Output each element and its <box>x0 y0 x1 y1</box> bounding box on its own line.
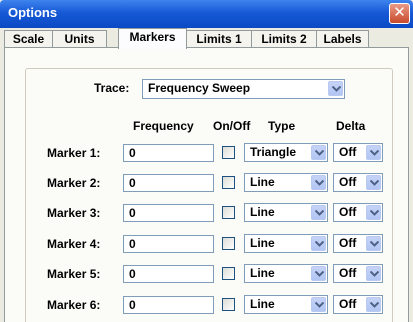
chevron-down-icon[interactable] <box>311 236 326 251</box>
frequency-column-header: Frequency <box>133 119 194 133</box>
tab-scale[interactable]: Scale <box>4 30 53 48</box>
marker-4-type-value: Line <box>250 236 275 250</box>
marker-1-frequency-input[interactable]: 0 <box>123 144 214 162</box>
marker-2-delta-select[interactable]: Off <box>333 173 383 192</box>
marker-3-delta-value: Off <box>339 205 357 219</box>
marker-3-onoff-checkbox[interactable] <box>222 206 235 219</box>
chevron-down-icon[interactable] <box>311 205 326 220</box>
marker-6-type-value: Line <box>250 297 275 311</box>
marker-1-onoff-checkbox[interactable] <box>222 146 235 159</box>
marker-4-frequency-input[interactable]: 0 <box>123 235 214 253</box>
marker-6-frequency-input[interactable]: 0 <box>123 296 214 314</box>
marker-6-delta-select[interactable]: Off <box>333 295 383 314</box>
marker-5-delta-select[interactable]: Off <box>333 264 383 283</box>
title-bar[interactable]: Options ✕ <box>0 0 413 28</box>
marker-4-delta-select[interactable]: Off <box>333 234 383 253</box>
marker-2-delta-value: Off <box>339 175 357 189</box>
marker-2-type-select[interactable]: Line <box>244 173 328 192</box>
chevron-down-icon[interactable] <box>366 266 381 281</box>
chevron-down-icon[interactable] <box>311 175 326 190</box>
marker-2-frequency-input[interactable]: 0 <box>123 174 214 192</box>
chevron-down-icon[interactable] <box>366 297 381 312</box>
window-title: Options <box>8 5 58 20</box>
marker-6-label: Marker 6: <box>47 298 101 312</box>
options-dialog: Options ✕ Scale Units Markers Limits 1 L… <box>0 0 413 322</box>
marker-3-type-value: Line <box>250 205 275 219</box>
marker-2-label: Marker 2: <box>47 176 101 190</box>
marker-4-delta-value: Off <box>339 236 357 250</box>
marker-5-frequency-input[interactable]: 0 <box>123 265 214 283</box>
marker-1-delta-value: Off <box>339 145 357 159</box>
marker-5-type-value: Line <box>250 266 275 280</box>
type-column-header: Type <box>268 119 296 133</box>
delta-column-header: Delta <box>336 119 366 133</box>
tab-limits-1[interactable]: Limits 1 <box>186 30 252 48</box>
marker-4-onoff-checkbox[interactable] <box>222 237 235 250</box>
trace-value: Frequency Sweep <box>148 81 251 95</box>
marker-1-label: Marker 1: <box>47 146 101 160</box>
onoff-column-header: On/Off <box>213 119 251 133</box>
marker-3-label: Marker 3: <box>47 206 101 220</box>
marker-3-type-select[interactable]: Line <box>244 203 328 222</box>
marker-6-delta-value: Off <box>339 297 357 311</box>
tab-strip: Scale Units Markers Limits 1 Limits 2 La… <box>4 28 409 49</box>
marker-6-type-select[interactable]: Line <box>244 295 328 314</box>
trace-label: Trace: <box>94 81 130 95</box>
marker-4-label: Marker 4: <box>47 237 101 251</box>
chevron-down-icon[interactable] <box>311 266 326 281</box>
marker-1-delta-select[interactable]: Off <box>333 143 383 162</box>
close-icon[interactable]: ✕ <box>389 3 410 24</box>
marker-5-delta-value: Off <box>339 266 357 280</box>
chevron-down-icon[interactable] <box>366 236 381 251</box>
chevron-down-icon[interactable] <box>311 297 326 312</box>
markers-group <box>25 68 393 322</box>
marker-3-frequency-input[interactable]: 0 <box>123 204 214 222</box>
marker-5-type-select[interactable]: Line <box>244 264 328 283</box>
marker-1-type-value: Triangle <box>250 145 297 159</box>
chevron-down-icon[interactable] <box>366 145 381 160</box>
tab-labels[interactable]: Labels <box>316 30 369 48</box>
marker-2-onoff-checkbox[interactable] <box>222 176 235 189</box>
marker-3-delta-select[interactable]: Off <box>333 203 383 222</box>
marker-5-onoff-checkbox[interactable] <box>222 267 235 280</box>
tab-markers[interactable]: Markers <box>118 28 187 49</box>
tab-units[interactable]: Units <box>52 30 107 48</box>
tab-limits-2[interactable]: Limits 2 <box>251 30 317 48</box>
chevron-down-icon[interactable] <box>328 81 343 96</box>
trace-select[interactable]: Frequency Sweep <box>142 79 345 99</box>
marker-1-type-select[interactable]: Triangle <box>244 143 328 162</box>
chevron-down-icon[interactable] <box>366 205 381 220</box>
chevron-down-icon[interactable] <box>366 175 381 190</box>
marker-2-type-value: Line <box>250 175 275 189</box>
marker-5-label: Marker 5: <box>47 267 101 281</box>
marker-6-onoff-checkbox[interactable] <box>222 298 235 311</box>
chevron-down-icon[interactable] <box>311 145 326 160</box>
marker-4-type-select[interactable]: Line <box>244 234 328 253</box>
